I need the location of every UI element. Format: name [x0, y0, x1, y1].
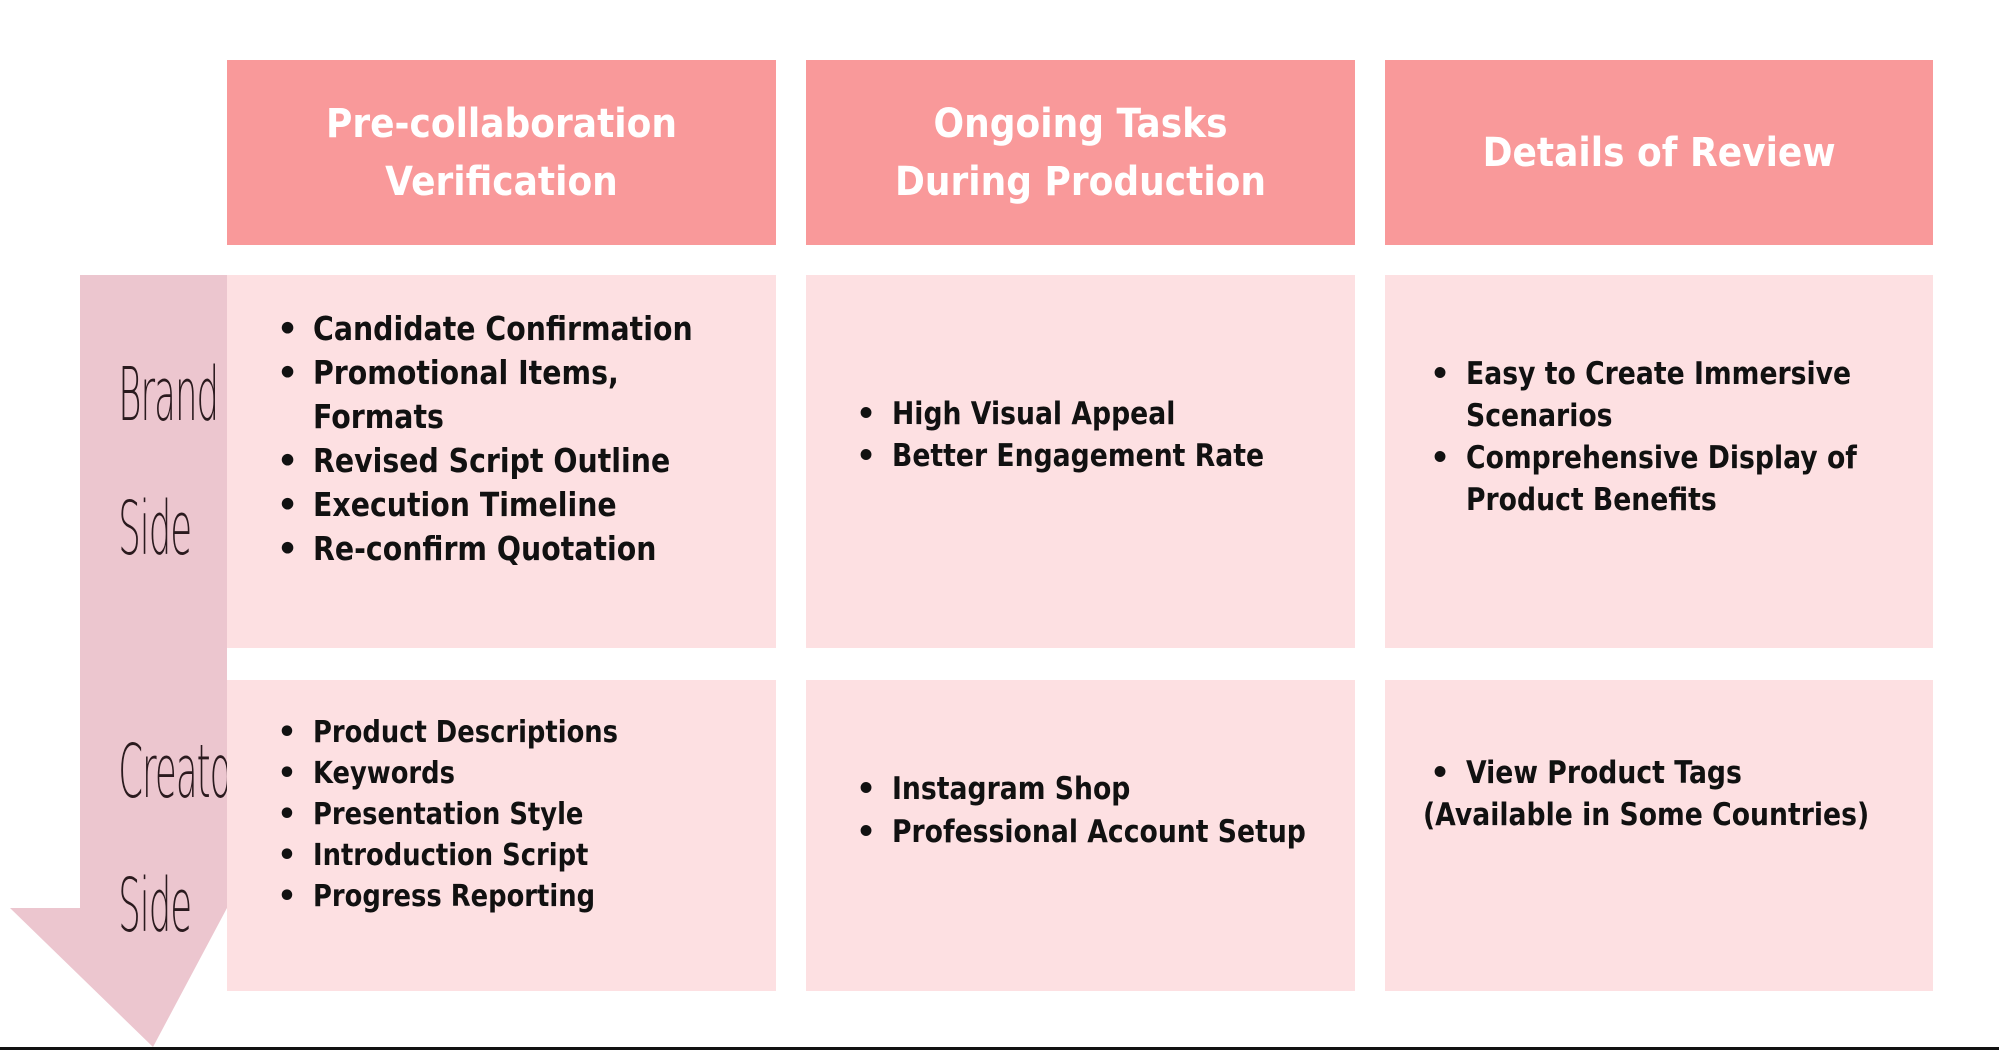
cell-brand-pre-collaboration: • Candidate Confirmation • Promotional Item… [227, 275, 776, 648]
list-item-text: High Visual Appeal [892, 396, 1176, 432]
list-item-text: Comprehensive Display of Product Benefit… [1466, 440, 1857, 518]
column-header-title: Details of Review [1482, 129, 1836, 176]
bullet-icon: • [856, 771, 876, 807]
list-item: • Easy to Create Immersive Scenarios [1430, 353, 1921, 437]
list-item-text: Better Engagement Rate [892, 438, 1265, 474]
row-label-line: Brand [118, 352, 219, 438]
bullet-list: • Product Descriptions • Keywords • Presentat… [277, 712, 668, 917]
bullet-icon: • [277, 309, 299, 348]
row-label-brand-side: Brand Side [80, 358, 227, 566]
cell-brand-details-of-review: • Easy to Create Immersive Scenarios • Comp… [1385, 275, 1933, 648]
list-item: • Promotional Items, Formats [277, 351, 754, 439]
list-item: • Professional Account Setup [856, 811, 1373, 854]
column-header-ongoing-tasks: Ongoing Tasks During Production [806, 60, 1355, 245]
cell-brand-ongoing-tasks: • High Visual Appeal • Better Engagement Ra… [806, 275, 1355, 648]
row-label-line: Side [118, 486, 192, 572]
column-header-title: Pre-collaboration Verification [326, 100, 677, 205]
bullet-icon: • [277, 838, 297, 873]
list-item-text: View Product Tags [1466, 755, 1742, 791]
list-item: • Re-confirm Quotation [277, 527, 754, 571]
list-item-text: Introduction Script [313, 838, 589, 873]
list-item-text: Product Descriptions [313, 715, 619, 750]
list-item: • Presentation Style [277, 794, 668, 835]
bullet-icon: • [277, 529, 299, 568]
list-item-text: Presentation Style [313, 797, 584, 832]
cell-creator-pre-collaboration: • Product Descriptions • Keywords • Presentat… [227, 680, 776, 991]
list-item: • Keywords [277, 753, 668, 794]
list-item-text: Promotional Items, Formats [313, 353, 619, 436]
cell-creator-details-of-review: • View Product Tags (Available in Some Co… [1385, 680, 1933, 991]
column-header-title: Ongoing Tasks During Production [894, 100, 1267, 205]
list-item: • Progress Reporting [277, 876, 668, 917]
bullet-list: • View Product Tags [1430, 752, 1787, 794]
bullet-icon: • [856, 396, 876, 432]
row-label-line: Creator [118, 729, 245, 815]
bullet-icon: • [277, 485, 299, 524]
bullet-list: • Instagram Shop • Professional Account Set… [856, 768, 1373, 854]
list-item-text: Easy to Create Immersive Scenarios [1466, 356, 1852, 434]
list-item: • Comprehensive Display of Product Benefi… [1430, 437, 1921, 521]
bullet-icon: • [1430, 755, 1450, 791]
list-item: • High Visual Appeal [856, 393, 1325, 435]
list-item-text: Candidate Confirmation [313, 309, 693, 348]
bullet-icon: • [856, 438, 876, 474]
bullet-icon: • [1430, 440, 1450, 476]
list-item-text: Professional Account Setup [892, 814, 1306, 850]
bullet-icon: • [277, 353, 299, 392]
list-item-text: Keywords [313, 756, 455, 791]
list-item: • View Product Tags [1430, 752, 1787, 794]
row-label-creator-side: Creator Side [80, 729, 245, 949]
list-item-text: Execution Timeline [313, 485, 617, 524]
bullet-icon: • [277, 797, 297, 832]
cell-creator-ongoing-tasks: • Instagram Shop • Professional Account Set… [806, 680, 1355, 991]
bullet-icon: • [277, 756, 297, 791]
list-item: • Candidate Confirmation [277, 307, 754, 351]
bullet-icon: • [277, 441, 299, 480]
list-item-text: Revised Script Outline [313, 441, 671, 480]
list-item: • Introduction Script [277, 835, 668, 876]
list-item: • Better Engagement Rate [856, 435, 1325, 477]
row-label-line: Side [118, 863, 192, 949]
availability-note: (Available in Some Countries) [1423, 797, 1870, 833]
list-item: • Product Descriptions [277, 712, 668, 753]
bullet-list: • Candidate Confirmation • Promotional Item… [277, 307, 754, 571]
list-item: • Revised Script Outline [277, 439, 754, 483]
list-item-text: Re-confirm Quotation [313, 529, 657, 568]
bullet-list: • High Visual Appeal • Better Engagement Ra… [856, 393, 1325, 477]
list-item-text: Progress Reporting [313, 879, 596, 914]
bullet-icon: • [277, 879, 297, 914]
column-header-pre-collaboration: Pre-collaboration Verification [227, 60, 776, 245]
bullet-icon: • [1430, 356, 1450, 392]
list-item: • Execution Timeline [277, 483, 754, 527]
list-item: • Instagram Shop [856, 768, 1373, 811]
diagram-canvas: Brand Side Creator Side Pre-collaboratio… [0, 0, 1999, 1050]
bullet-icon: • [277, 715, 297, 750]
bullet-icon: • [856, 814, 876, 850]
bullet-list: • Easy to Create Immersive Scenarios • Comp… [1430, 353, 1921, 521]
column-header-details-of-review: Details of Review [1385, 60, 1933, 245]
list-item-text: Instagram Shop [892, 771, 1131, 807]
